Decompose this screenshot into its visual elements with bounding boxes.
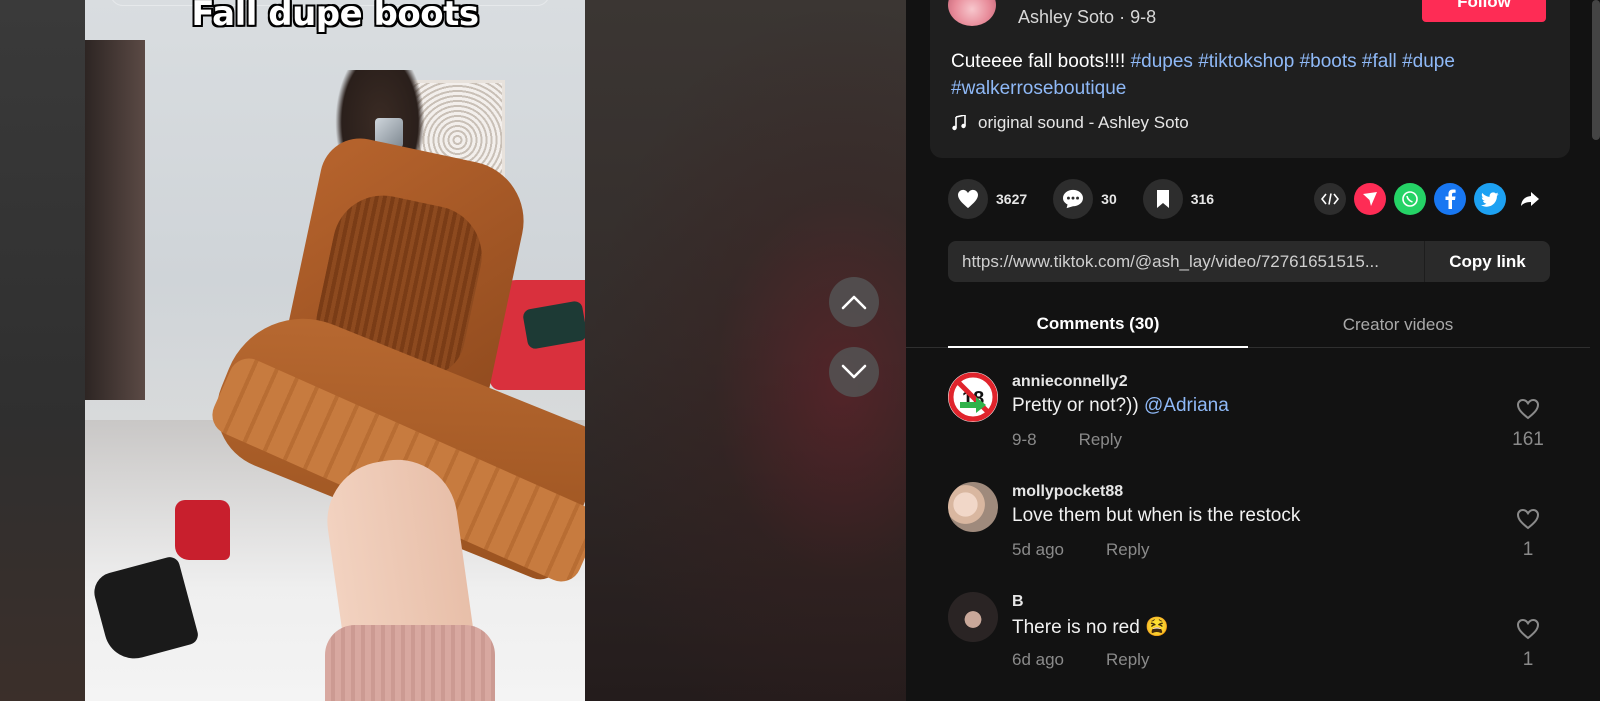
video-background: Fall dupe boots [0,0,906,701]
comment-date: 5d ago [1012,540,1064,559]
comment-item: B There is no red 😫 6d ago Reply 1 [948,592,1548,692]
reply-button[interactable]: Reply [1079,430,1122,450]
heart-outline-icon[interactable] [1516,398,1540,420]
comment-icon[interactable] [1053,179,1094,219]
post-date: 9-8 [1130,7,1157,27]
reply-button[interactable]: Reply [1106,650,1149,670]
comment-like-count: 1 [1522,649,1534,670]
heart-outline-icon[interactable] [1516,508,1540,530]
chevron-down-icon [841,364,867,379]
comment-like[interactable]: 1 [1508,508,1548,561]
author-line: Ashley Soto · 9-8 [1018,7,1156,28]
facebook-icon[interactable] [1434,183,1466,215]
comment-tabs: Comments (30) Creator videos [906,302,1590,348]
comment-text: Pretty or not?)) @Adriana [1012,395,1229,417]
sound-link[interactable]: original sound - Ashley Soto [952,113,1189,133]
embed-icon[interactable] [1314,183,1346,215]
follow-button[interactable]: Follow [1422,0,1546,22]
age-restriction-icon: 18 [948,372,998,422]
like-count: 3627 [996,191,1028,207]
commenter-avatar[interactable] [948,592,998,642]
video-title-overlay: Fall dupe boots [191,0,479,34]
sweater-sleeve [325,625,495,701]
video-description: Cuteeee fall boots!!!! #dupes #tiktoksho… [951,48,1511,102]
hashtag-tiktokshop[interactable]: #tiktokshop [1198,51,1294,72]
video-player[interactable] [85,0,585,701]
comment-meta: 9-8 Reply [1012,430,1122,450]
comment-item: mollypocket88 Love them but when is the … [948,482,1548,582]
hashtag-fall[interactable]: #fall [1362,51,1397,72]
comment-text: There is no red 😫 [1012,617,1169,638]
mention-link[interactable]: @Adriana [1144,395,1229,416]
scrollbar[interactable] [1592,0,1600,140]
copy-link-box: https://www.tiktok.com/@ash_lay/video/72… [948,241,1550,282]
description-text: Cuteeee fall boots!!!! [951,51,1126,72]
commenter-avatar[interactable]: 18 [948,372,998,422]
chevron-up-icon [841,295,867,310]
blurred-backdrop-left [0,0,85,701]
comment-meta: 6d ago Reply [1012,650,1149,670]
next-video-button[interactable] [829,347,879,397]
heart-icon[interactable] [948,179,988,219]
commenter-avatar[interactable] [948,482,998,532]
comment-action[interactable]: 30 [1053,179,1117,219]
comment-like[interactable]: 1 [1508,618,1548,671]
comment-body: Pretty or not?)) [1012,395,1139,416]
save-count: 316 [1190,191,1215,207]
side-panel: Ashley Soto · 9-8 Follow Cuteeee fall bo… [906,0,1600,701]
video-link[interactable]: https://www.tiktok.com/@ash_lay/video/72… [948,252,1424,272]
comment-like[interactable]: 161 [1508,398,1548,451]
twitter-icon[interactable] [1474,183,1506,215]
comment-like-count: 161 [1512,429,1544,450]
hashtag-walkerroseboutique[interactable]: #walkerroseboutique [951,78,1126,99]
music-note-icon [952,115,966,131]
red-boot [175,500,230,560]
hashtag-boots[interactable]: #boots [1300,51,1357,72]
comment-like-count: 1 [1522,539,1534,560]
hashtag-dupe[interactable]: #dupe [1402,51,1455,72]
previous-video-button[interactable] [829,277,879,327]
hashtag-dupes[interactable]: #dupes [1131,51,1193,72]
comment-count: 30 [1101,191,1117,207]
comment-date: 9-8 [1012,430,1037,449]
tiktok-video-page: Fall dupe boots Ashley Soto · 9-8 Follow… [0,0,1600,701]
tab-creator-videos[interactable]: Creator videos [1248,302,1548,348]
author-name[interactable]: Ashley Soto [1018,7,1114,27]
bookmark-icon[interactable] [1142,179,1183,219]
like-action[interactable]: 3627 [948,179,1027,219]
share-row [1314,183,1546,215]
heart-outline-icon[interactable] [1516,618,1540,640]
action-bar: 3627 30 316 [948,178,1240,220]
comment-item: 18 annieconnelly2 Pretty or not?)) @Adri… [948,372,1548,472]
share-icon[interactable] [1514,183,1546,215]
sound-name: original sound - Ashley Soto [978,113,1189,132]
door-frame [85,40,145,400]
separator-dot: · [1119,7,1131,27]
whatsapp-icon[interactable] [1394,183,1426,215]
comment-text: Love them but when is the restock [1012,505,1301,526]
commenter-username[interactable]: B [1012,593,1024,611]
reply-button[interactable]: Reply [1106,540,1149,560]
comment-date: 6d ago [1012,650,1064,669]
commenter-username[interactable]: annieconnelly2 [1012,373,1128,391]
save-action[interactable]: 316 [1142,179,1215,219]
commenter-username[interactable]: mollypocket88 [1012,483,1123,501]
copy-link-button[interactable]: Copy link [1424,241,1550,282]
comment-meta: 5d ago Reply [1012,540,1149,560]
send-to-friends-icon[interactable] [1354,183,1386,215]
tab-comments[interactable]: Comments (30) [948,302,1248,348]
